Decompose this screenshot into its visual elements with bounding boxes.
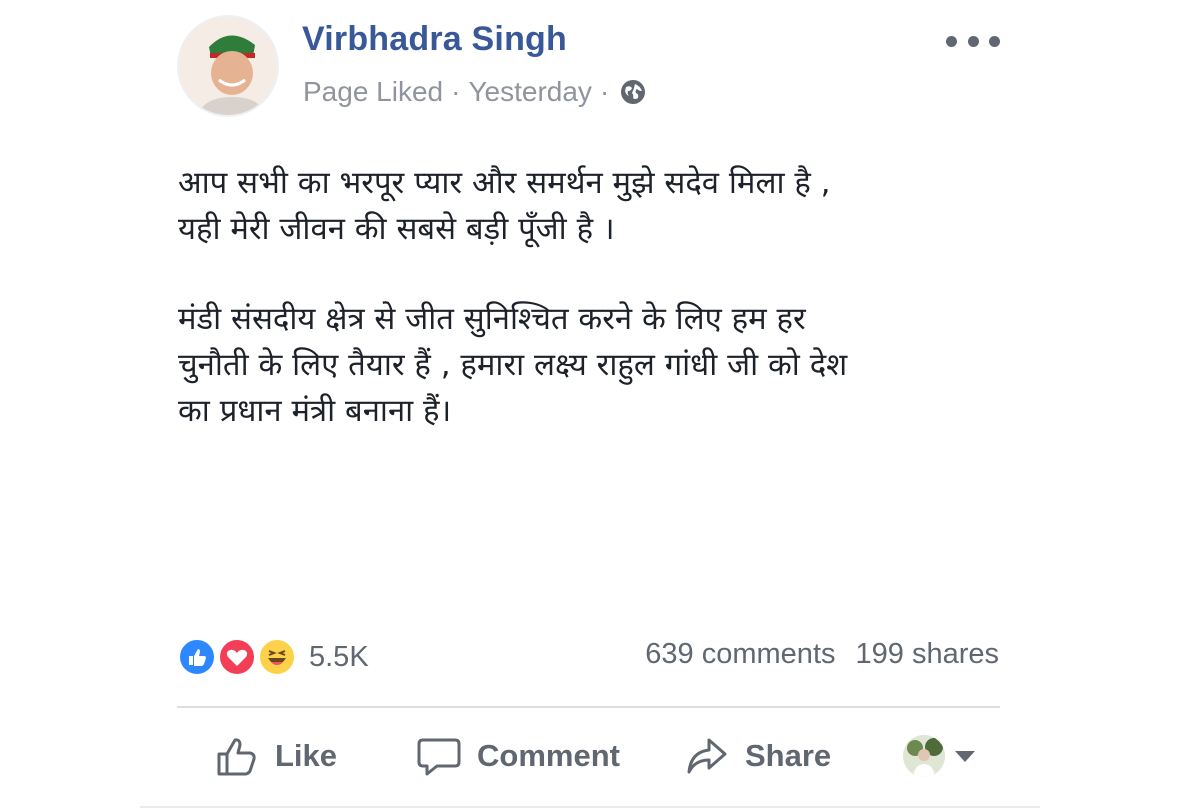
divider xyxy=(177,706,1000,708)
reaction-count: 5.5K xyxy=(309,640,369,673)
globe-icon[interactable] xyxy=(619,78,647,106)
facebook-post: Virbhadra Singh Page Liked · Yesterday ·… xyxy=(0,0,1200,810)
page-liked-label[interactable]: Page Liked xyxy=(303,76,443,108)
reactions-summary[interactable]: 5.5K xyxy=(177,634,369,680)
current-user-avatar xyxy=(903,735,945,777)
dot xyxy=(946,35,957,47)
post-paragraph-1: आप सभी का भरपूर प्यार और समर्थन मुझे सदे… xyxy=(178,165,831,247)
action-bar: Like Comment Share xyxy=(177,720,1000,792)
share-label: Share xyxy=(745,738,832,773)
reaction-icons xyxy=(177,635,299,679)
author-name[interactable]: Virbhadra Singh xyxy=(302,20,567,59)
comments-count[interactable]: 639 comments xyxy=(645,638,835,671)
more-options-icon[interactable] xyxy=(946,26,1000,56)
dot xyxy=(989,35,1000,47)
like-reaction-icon xyxy=(177,637,217,677)
post-stats: 639 comments 199 shares xyxy=(645,638,999,671)
author-photo xyxy=(179,17,277,115)
comment-button[interactable]: Comment xyxy=(415,720,620,792)
share-icon xyxy=(687,738,727,774)
like-button[interactable]: Like xyxy=(213,720,337,792)
shares-count[interactable]: 199 shares xyxy=(856,638,1000,671)
author-avatar[interactable] xyxy=(177,15,279,117)
dot xyxy=(967,35,979,47)
meta-separator: · xyxy=(599,76,610,107)
comment-icon xyxy=(417,738,461,776)
comment-label: Comment xyxy=(477,738,620,773)
post-as-selector[interactable] xyxy=(903,734,975,778)
post-paragraph-2: मंडी संसदीय क्षेत्र से जीत सुनिश्चित करन… xyxy=(178,301,848,429)
share-button[interactable]: Share xyxy=(683,720,831,792)
divider xyxy=(140,806,1040,808)
post-meta: Page Liked · Yesterday · xyxy=(303,74,647,110)
post-timestamp[interactable]: Yesterday xyxy=(468,76,592,108)
love-reaction-icon xyxy=(217,637,257,677)
like-label: Like xyxy=(275,738,338,773)
thumbs-up-icon xyxy=(217,738,256,776)
chevron-down-icon xyxy=(955,750,975,762)
haha-reaction-icon xyxy=(257,637,297,677)
post-body: आप सभी का भरपूर प्यार और समर्थन मुझे सदे… xyxy=(178,160,1008,478)
meta-separator: · xyxy=(451,76,461,107)
